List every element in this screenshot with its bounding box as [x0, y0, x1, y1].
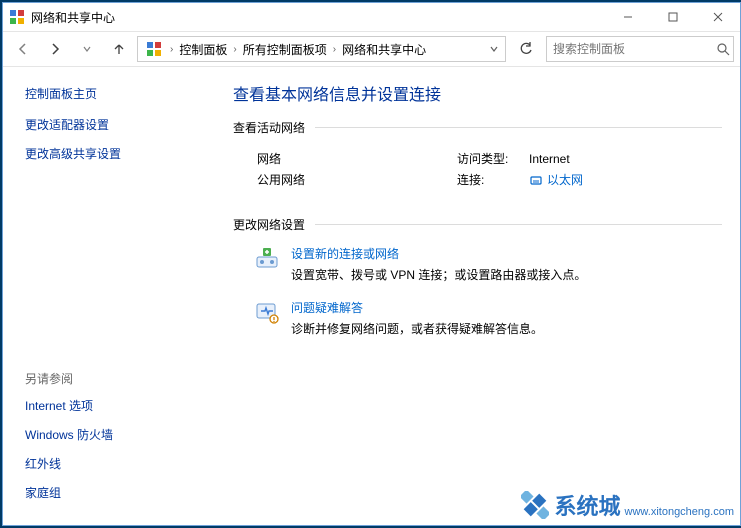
breadcrumb-item[interactable]: 所有控制面板项: [241, 41, 329, 58]
divider: [315, 127, 722, 128]
see-also-infrared[interactable]: 红外线: [25, 455, 217, 472]
titlebar: 网络和共享中心: [3, 3, 740, 32]
option-desc: 诊断并修复网络问题，或者获得疑难解答信息。: [291, 320, 543, 337]
option-desc: 设置宽带、拨号或 VPN 连接；或设置路由器或接入点。: [291, 266, 586, 283]
access-type-label: 访问类型:: [457, 150, 529, 167]
chevron-right-icon[interactable]: ›: [168, 44, 175, 55]
see-also-internet-options[interactable]: Internet 选项: [25, 397, 217, 414]
sidebar-link-adapter[interactable]: 更改适配器设置: [25, 116, 217, 133]
search-input[interactable]: [547, 42, 714, 56]
app-icon: [9, 9, 25, 25]
section-label: 更改网络设置: [233, 216, 305, 233]
maximize-button[interactable]: [650, 3, 695, 31]
window: 网络和共享中心 › 控制面板 › 所有控制面板项 › 网络和共享中心: [2, 2, 741, 526]
breadcrumb-item[interactable]: 控制面板: [177, 41, 229, 58]
active-network-row: 网络 公用网络 访问类型: Internet 连接: 以太网: [257, 150, 722, 192]
sidebar: 控制面板主页 更改适配器设置 更改高级共享设置 另请参阅 Internet 选项…: [3, 67, 229, 525]
breadcrumb-icon: [146, 41, 162, 57]
option-new-connection: 设置新的连接或网络 设置宽带、拨号或 VPN 连接；或设置路由器或接入点。: [253, 245, 722, 283]
divider: [315, 224, 722, 225]
search-icon[interactable]: [714, 43, 733, 56]
network-wizard-icon: [253, 245, 281, 273]
section-active-networks: 查看活动网络: [233, 119, 722, 136]
section-change-settings: 更改网络设置: [233, 216, 722, 233]
troubleshoot-icon: [253, 299, 281, 327]
network-name: 网络: [257, 150, 457, 167]
connection-link[interactable]: 以太网: [547, 171, 583, 188]
option-title[interactable]: 问题疑难解答: [291, 299, 543, 316]
window-title: 网络和共享中心: [31, 9, 115, 26]
see-also-firewall[interactable]: Windows 防火墙: [25, 426, 217, 443]
page-title: 查看基本网络信息并设置连接: [233, 81, 722, 105]
network-type: 公用网络: [257, 171, 457, 188]
recent-dropdown[interactable]: [73, 35, 101, 63]
search-box[interactable]: [546, 36, 734, 62]
section-label: 查看活动网络: [233, 119, 305, 136]
option-troubleshoot: 问题疑难解答 诊断并修复网络问题，或者获得疑难解答信息。: [253, 299, 722, 337]
ethernet-icon: [529, 173, 543, 187]
access-type-value: Internet: [529, 152, 570, 166]
body: 控制面板主页 更改适配器设置 更改高级共享设置 另请参阅 Internet 选项…: [3, 67, 740, 525]
refresh-button[interactable]: [514, 37, 538, 61]
back-button[interactable]: [9, 35, 37, 63]
up-button[interactable]: [105, 35, 133, 63]
chevron-right-icon[interactable]: ›: [331, 44, 338, 55]
close-button[interactable]: [695, 3, 740, 31]
content: 查看基本网络信息并设置连接 查看活动网络 网络 公用网络 访问类型: Inter…: [229, 67, 740, 525]
breadcrumb[interactable]: › 控制面板 › 所有控制面板项 › 网络和共享中心: [137, 36, 506, 62]
see-also-homegroup[interactable]: 家庭组: [25, 484, 217, 501]
navbar: › 控制面板 › 所有控制面板项 › 网络和共享中心: [3, 32, 740, 67]
chevron-down-icon[interactable]: [487, 44, 501, 54]
sidebar-link-sharing[interactable]: 更改高级共享设置: [25, 145, 217, 162]
see-also-heading: 另请参阅: [25, 370, 217, 387]
forward-button[interactable]: [41, 35, 69, 63]
option-title[interactable]: 设置新的连接或网络: [291, 245, 586, 262]
chevron-right-icon[interactable]: ›: [231, 44, 238, 55]
sidebar-home-link[interactable]: 控制面板主页: [25, 85, 217, 102]
connection-label: 连接:: [457, 171, 529, 188]
breadcrumb-item[interactable]: 网络和共享中心: [340, 41, 428, 58]
minimize-button[interactable]: [605, 3, 650, 31]
